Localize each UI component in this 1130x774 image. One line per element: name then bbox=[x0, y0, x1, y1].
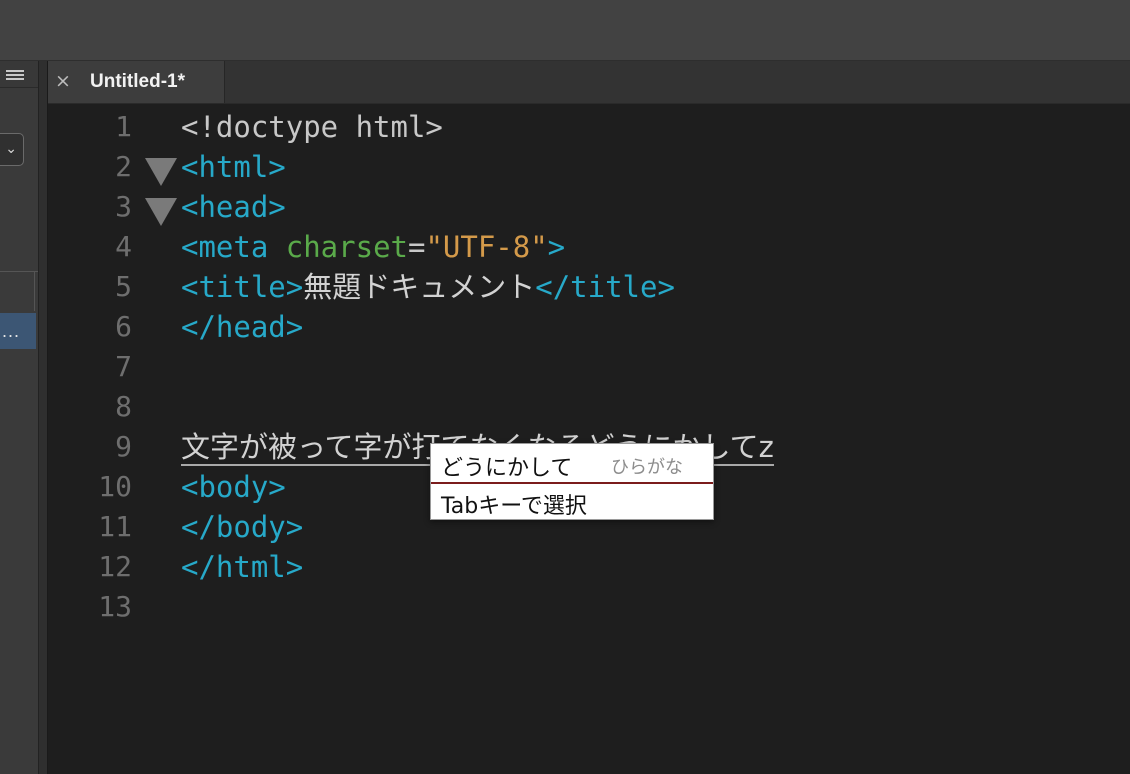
tag-token: <title> bbox=[181, 270, 304, 304]
code-text: <body> bbox=[181, 467, 286, 507]
panel-header bbox=[0, 61, 38, 88]
tag-token: </head> bbox=[181, 310, 304, 344]
code-line: 5 <title>無題ドキュメント</title> bbox=[48, 267, 1130, 307]
line-number: 8 bbox=[115, 390, 132, 423]
fold-triangle-icon[interactable] bbox=[145, 158, 177, 186]
equals-token: = bbox=[407, 230, 426, 264]
ime-candidate-row[interactable]: どうにかして ひらがな bbox=[431, 444, 713, 484]
code-line: 13 bbox=[48, 587, 1130, 627]
line-number: 12 bbox=[98, 550, 132, 583]
code-line: 4 <meta charset="UTF-8"> bbox=[48, 227, 1130, 267]
close-icon[interactable]: × bbox=[55, 70, 71, 92]
file-list-item-selected[interactable]: ... bbox=[0, 313, 36, 349]
code-text: <head> bbox=[181, 187, 286, 227]
code-editor[interactable]: 1 <!doctype html> 2 <html> 3 <head> 4 <m… bbox=[48, 104, 1130, 774]
code-line: 8 bbox=[48, 387, 1130, 427]
code-text: <title>無題ドキュメント</title> bbox=[181, 267, 675, 307]
line-number: 3 bbox=[115, 190, 132, 223]
line-number: 5 bbox=[115, 270, 132, 303]
line-number: 13 bbox=[98, 590, 132, 623]
line-number: 4 bbox=[115, 230, 132, 263]
line-number: 6 bbox=[115, 310, 132, 343]
file-list-item-label: ... bbox=[2, 321, 21, 341]
fold-triangle-icon[interactable] bbox=[145, 198, 177, 226]
site-selector-dropdown[interactable]: ⌄ bbox=[0, 133, 24, 166]
tab-untitled-1[interactable]: × Untitled-1* bbox=[48, 61, 225, 103]
ime-hint: Tabキーで選択 bbox=[441, 494, 587, 519]
tag-token: </html> bbox=[181, 550, 304, 584]
ime-candidate-popup[interactable]: どうにかして ひらがな Tabキーで選択 bbox=[430, 443, 714, 520]
tab-label: Untitled-1* bbox=[90, 71, 185, 92]
line-number: 1 bbox=[115, 110, 132, 143]
tag-token: > bbox=[547, 230, 566, 264]
title-text: 無題ドキュメント bbox=[303, 270, 536, 304]
line-number: 11 bbox=[98, 510, 132, 543]
code-line: 2 <html> bbox=[48, 147, 1130, 187]
line-number: 9 bbox=[115, 430, 132, 463]
code-text: </html> bbox=[181, 547, 303, 587]
code-line: 7 bbox=[48, 347, 1130, 387]
attribute-token: charset bbox=[285, 230, 408, 264]
panel-splitter[interactable] bbox=[38, 61, 48, 774]
code-line: 1 <!doctype html> bbox=[48, 107, 1130, 147]
code-text: </body> bbox=[181, 507, 303, 547]
panel-column-divider bbox=[34, 271, 35, 311]
files-panel: ⌄ ... bbox=[0, 61, 38, 774]
code-text: <meta charset="UTF-8"> bbox=[181, 227, 565, 267]
panel-menu-icon[interactable] bbox=[6, 70, 24, 82]
tag-token: </body> bbox=[181, 510, 304, 544]
ime-candidate[interactable]: どうにかして bbox=[441, 450, 572, 482]
code-text: <html> bbox=[181, 147, 286, 187]
document-tab-bar: × Untitled-1* bbox=[48, 61, 1130, 104]
doctype-token: <!doctype html> bbox=[181, 110, 443, 144]
string-token: "UTF-8" bbox=[425, 230, 548, 264]
code-line: 3 <head> bbox=[48, 187, 1130, 227]
tag-token: <body> bbox=[181, 470, 286, 504]
tag-token: </title> bbox=[535, 270, 675, 304]
code-line: 6 </head> bbox=[48, 307, 1130, 347]
tag-token: <head> bbox=[181, 190, 286, 224]
line-number: 7 bbox=[115, 350, 132, 383]
line-number: 10 bbox=[98, 470, 132, 503]
tag-token: <meta bbox=[181, 230, 286, 264]
application-toolbar bbox=[0, 0, 1130, 61]
line-number: 2 bbox=[115, 150, 132, 183]
panel-divider bbox=[0, 271, 38, 272]
chevron-down-icon: ⌄ bbox=[5, 141, 17, 157]
code-line: 12 </html> bbox=[48, 547, 1130, 587]
code-text: <!doctype html> bbox=[181, 107, 443, 147]
ime-input-mode: ひらがな bbox=[611, 457, 683, 478]
code-text: </head> bbox=[181, 307, 303, 347]
tag-token: <html> bbox=[181, 150, 286, 184]
